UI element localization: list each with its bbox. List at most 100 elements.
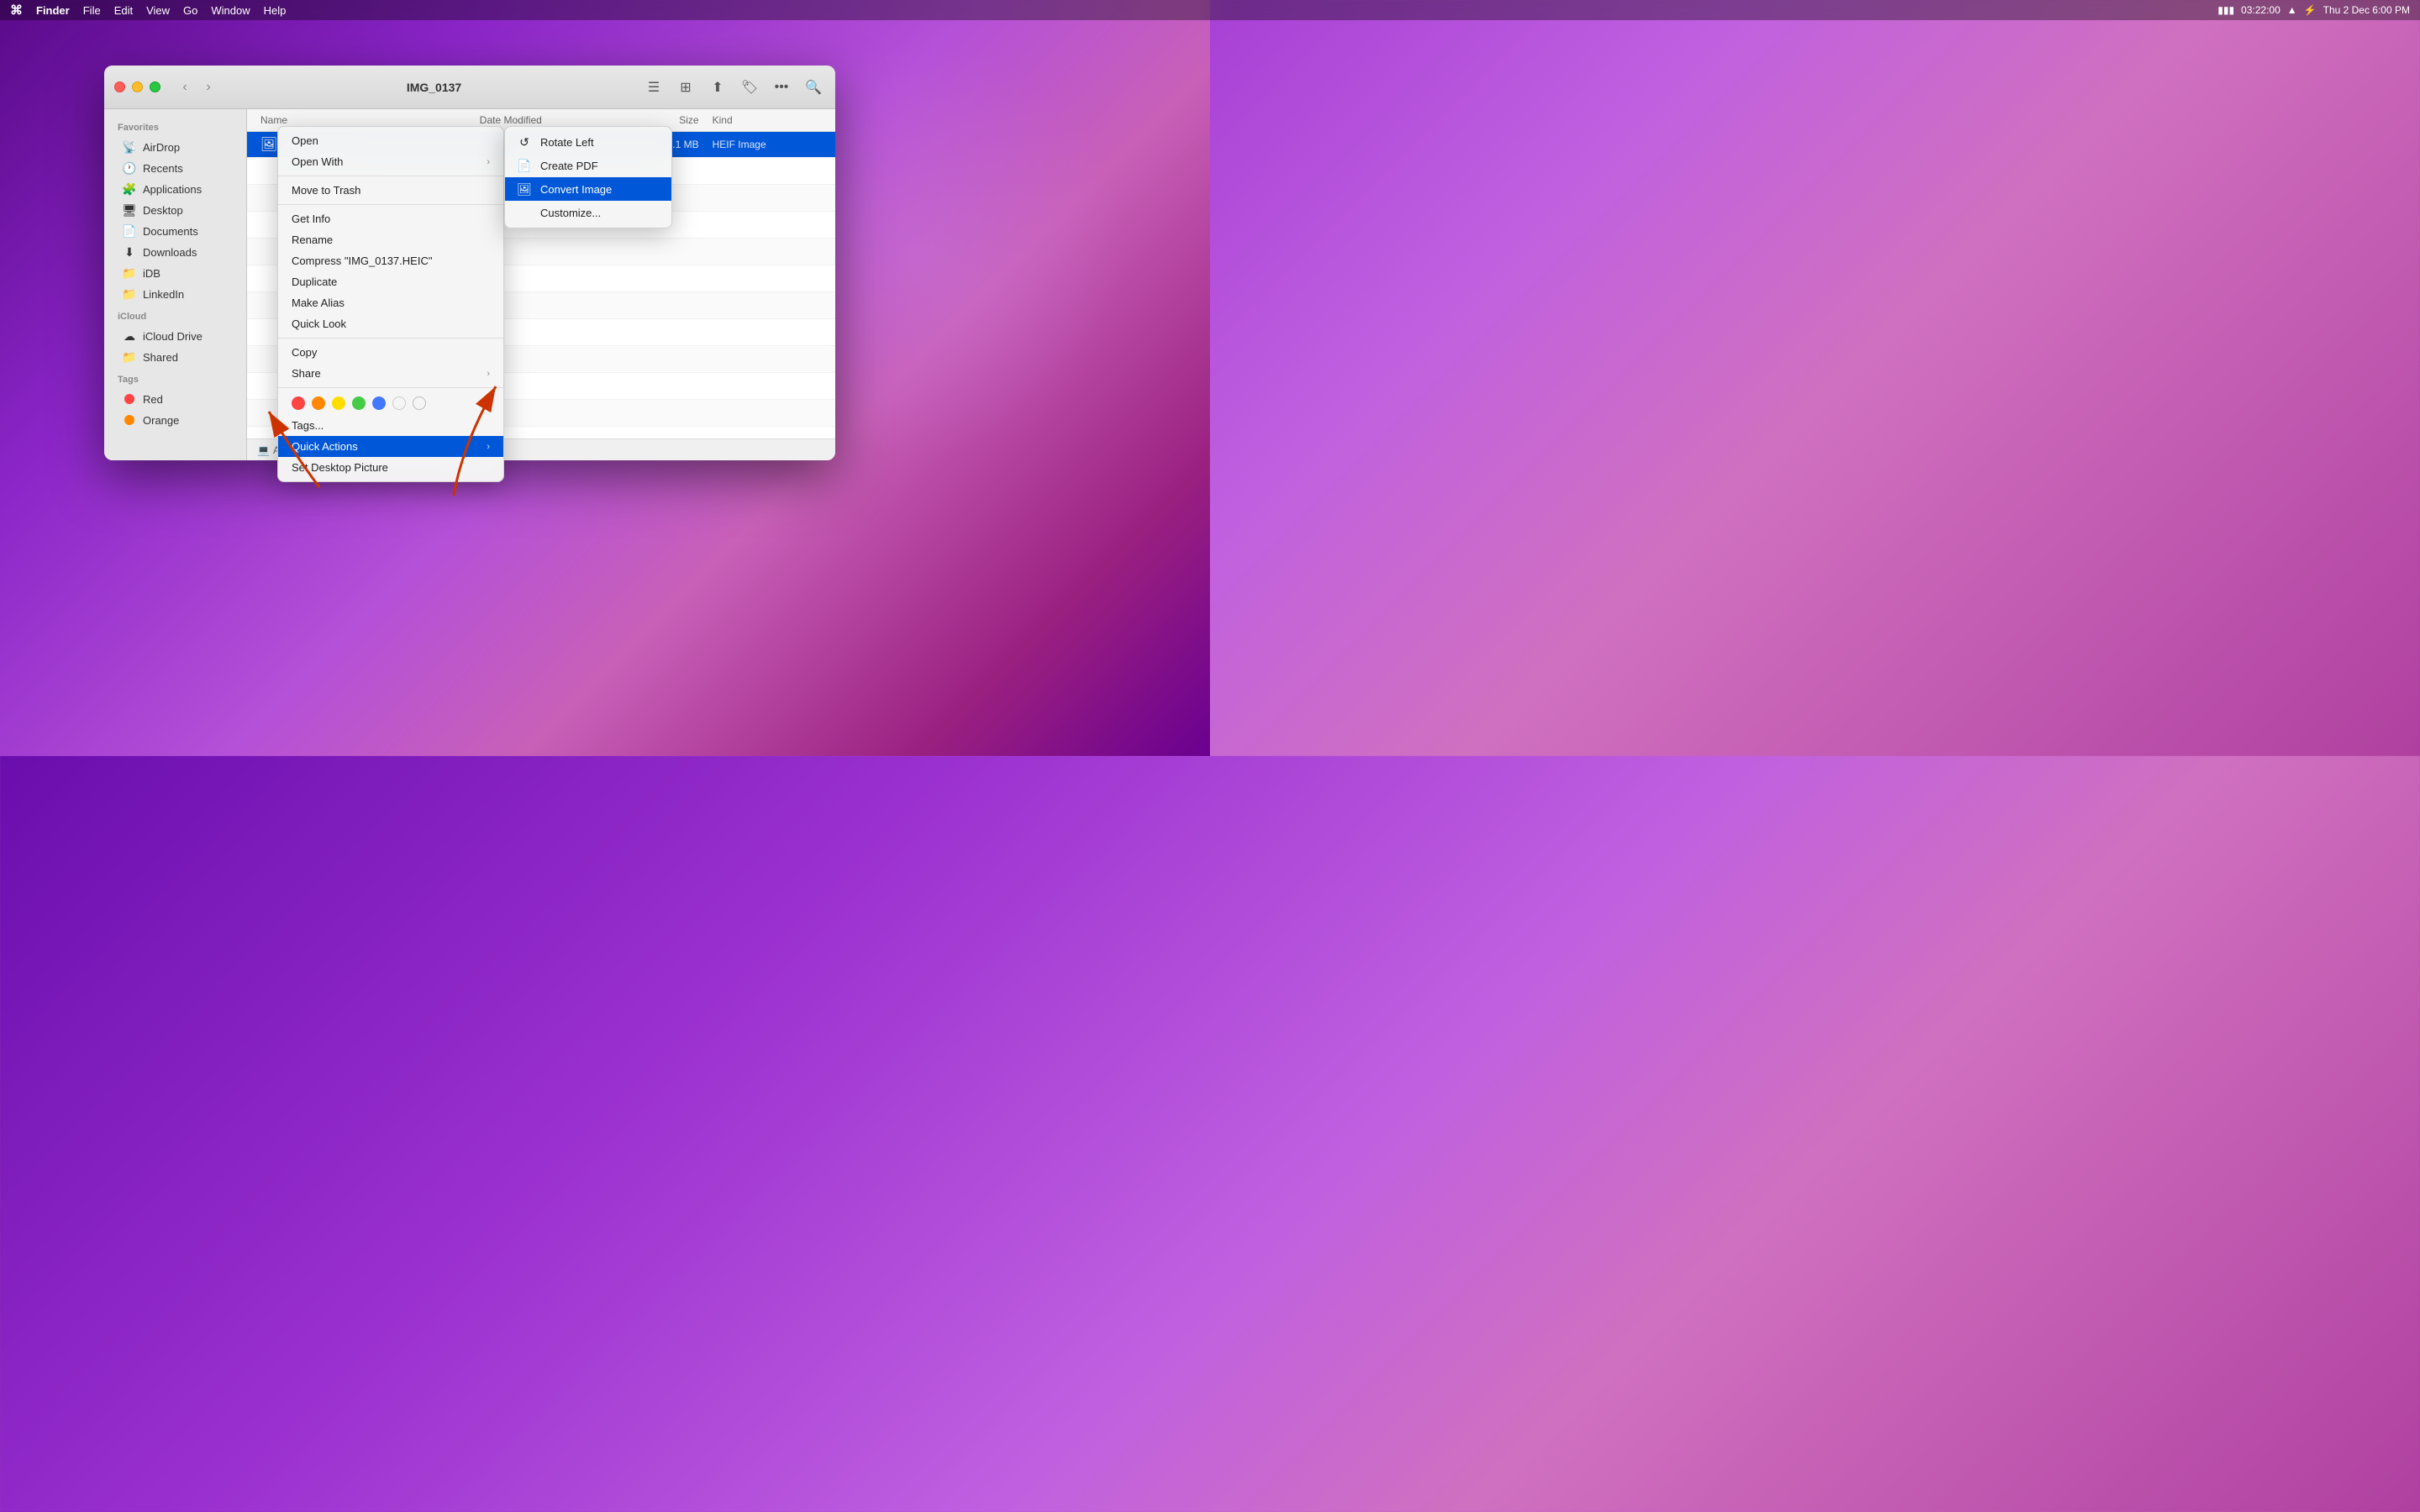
- close-button[interactable]: [114, 81, 125, 92]
- cm-rename[interactable]: Rename: [278, 229, 503, 250]
- date-display: Thu 2 Dec 6:00 PM: [2323, 4, 2410, 16]
- color-blue[interactable]: [372, 396, 386, 410]
- toolbar-right: ☰ ⊞ ⬆ 🏷 ••• 🔍: [642, 76, 825, 99]
- downloads-icon: ⬇: [123, 245, 136, 259]
- color-none-2[interactable]: [413, 396, 426, 410]
- cm-rename-label: Rename: [292, 234, 333, 246]
- cm-quick-actions-label: Quick Actions: [292, 440, 358, 453]
- menubar: ⌘ Finder File Edit View Go Window Help ▮…: [0, 0, 2420, 20]
- sidebar-label-downloads: Downloads: [143, 246, 197, 259]
- orange-tag-icon: [123, 413, 136, 427]
- cm-open-with-label: Open With: [292, 155, 343, 168]
- menubar-edit[interactable]: Edit: [114, 4, 133, 17]
- sidebar-item-linkedin[interactable]: 📁 LinkedIn: [109, 284, 241, 304]
- window-title: IMG_0137: [233, 81, 635, 94]
- cm-tags[interactable]: Tags...: [278, 415, 503, 436]
- linkedin-icon: 📁: [123, 287, 136, 301]
- cm-get-info[interactable]: Get Info: [278, 208, 503, 229]
- file-kind: HEIF Image: [713, 139, 822, 150]
- sidebar-item-shared[interactable]: 📁 Shared: [109, 347, 241, 367]
- battery-icon: ▮▮▮: [2217, 4, 2234, 16]
- icloud-drive-icon: ☁: [123, 329, 136, 343]
- sidebar-label-linkedin: LinkedIn: [143, 288, 184, 301]
- color-none-1[interactable]: [392, 396, 406, 410]
- sidebar-label-shared: Shared: [143, 351, 178, 364]
- sidebar-label-documents: Documents: [143, 225, 198, 238]
- time-display: 03:22:00: [2241, 4, 2281, 16]
- cm-duplicate[interactable]: Duplicate: [278, 271, 503, 292]
- red-tag-icon: [123, 392, 136, 406]
- cm-get-info-label: Get Info: [292, 213, 330, 225]
- cm-set-desktop[interactable]: Set Desktop Picture: [278, 457, 503, 478]
- color-yellow[interactable]: [332, 396, 345, 410]
- bluetooth-icon: ⚡: [2304, 4, 2317, 16]
- sidebar-item-documents[interactable]: 📄 Documents: [109, 221, 241, 241]
- tag-button[interactable]: 🏷: [738, 76, 761, 99]
- favorites-label: Favorites: [104, 116, 246, 136]
- minimize-button[interactable]: [132, 81, 143, 92]
- color-red[interactable]: [292, 396, 305, 410]
- idb-icon: 📁: [123, 266, 136, 280]
- sidebar-item-desktop[interactable]: 🖥 Desktop: [109, 200, 241, 220]
- col-name-header[interactable]: Name: [260, 114, 480, 126]
- cm-quick-look[interactable]: Quick Look: [278, 313, 503, 334]
- cm-share-label: Share: [292, 367, 321, 380]
- sidebar-item-orange[interactable]: Orange: [109, 410, 241, 430]
- search-button[interactable]: 🔍: [802, 76, 825, 99]
- sidebar-item-airdrop[interactable]: 📡 AirDrop: [109, 137, 241, 157]
- menubar-window[interactable]: Window: [211, 4, 250, 17]
- cm-compress[interactable]: Compress "IMG_0137.HEIC": [278, 250, 503, 271]
- sm-rotate-left-label: Rotate Left: [540, 136, 594, 149]
- col-size-header[interactable]: Size: [626, 114, 713, 126]
- sm-create-pdf[interactable]: 📄 Create PDF: [505, 154, 671, 177]
- sidebar-label-recents: Recents: [143, 162, 183, 175]
- cm-open[interactable]: Open: [278, 130, 503, 151]
- color-green[interactable]: [352, 396, 366, 410]
- sm-create-pdf-label: Create PDF: [540, 160, 598, 172]
- cm-quick-actions[interactable]: Quick Actions ›: [278, 436, 503, 457]
- more-button[interactable]: •••: [770, 76, 793, 99]
- sm-rotate-left[interactable]: ↺ Rotate Left: [505, 130, 671, 154]
- cm-copy[interactable]: Copy: [278, 342, 503, 363]
- sidebar-item-applications[interactable]: 🧩 Applications: [109, 179, 241, 199]
- cm-make-alias[interactable]: Make Alias: [278, 292, 503, 313]
- cm-make-alias-label: Make Alias: [292, 297, 345, 309]
- cm-move-trash[interactable]: Move to Trash: [278, 180, 503, 201]
- apple-menu[interactable]: ⌘: [10, 3, 23, 18]
- cm-open-with[interactable]: Open With ›: [278, 151, 503, 172]
- sidebar-label-icloud-drive: iCloud Drive: [143, 330, 203, 343]
- menubar-app-name[interactable]: Finder: [36, 4, 70, 17]
- menubar-left: ⌘ Finder File Edit View Go Window Help: [10, 3, 286, 18]
- cm-quick-look-label: Quick Look: [292, 318, 346, 330]
- applications-icon: 🧩: [123, 182, 136, 196]
- cm-move-trash-label: Move to Trash: [292, 184, 360, 197]
- menubar-view[interactable]: View: [146, 4, 170, 17]
- sidebar-item-red[interactable]: Red: [109, 389, 241, 409]
- cm-share[interactable]: Share ›: [278, 363, 503, 384]
- sm-customize[interactable]: Customize...: [505, 201, 671, 224]
- cm-open-label: Open: [292, 134, 318, 147]
- customize-icon: [517, 205, 532, 220]
- menubar-go[interactable]: Go: [183, 4, 197, 17]
- grid-view-button[interactable]: ⊞: [674, 76, 697, 99]
- sm-convert-image[interactable]: 🖼 Convert Image: [505, 177, 671, 201]
- col-kind-header[interactable]: Kind: [713, 114, 822, 126]
- sidebar-item-icloud-drive[interactable]: ☁ iCloud Drive: [109, 326, 241, 346]
- forward-button[interactable]: ›: [197, 76, 219, 98]
- cm-divider-2: [278, 204, 503, 205]
- list-view-button[interactable]: ☰: [642, 76, 666, 99]
- menubar-help[interactable]: Help: [264, 4, 287, 17]
- menubar-file[interactable]: File: [83, 4, 101, 17]
- sidebar-item-recents[interactable]: 🕐 Recents: [109, 158, 241, 178]
- cm-compress-label: Compress "IMG_0137.HEIC": [292, 255, 432, 267]
- fullscreen-button[interactable]: [150, 81, 160, 92]
- rotate-left-icon: ↺: [517, 134, 532, 150]
- share-button[interactable]: ⬆: [706, 76, 729, 99]
- sidebar-item-downloads[interactable]: ⬇ Downloads: [109, 242, 241, 262]
- menubar-right: ▮▮▮ 03:22:00 ▲ ⚡ Thu 2 Dec 6:00 PM: [2217, 4, 2410, 16]
- col-date-header[interactable]: Date Modified: [480, 114, 626, 126]
- color-orange[interactable]: [312, 396, 325, 410]
- back-button[interactable]: ‹: [174, 76, 196, 98]
- convert-image-icon: 🖼: [517, 181, 532, 197]
- sidebar-item-idb[interactable]: 📁 iDB: [109, 263, 241, 283]
